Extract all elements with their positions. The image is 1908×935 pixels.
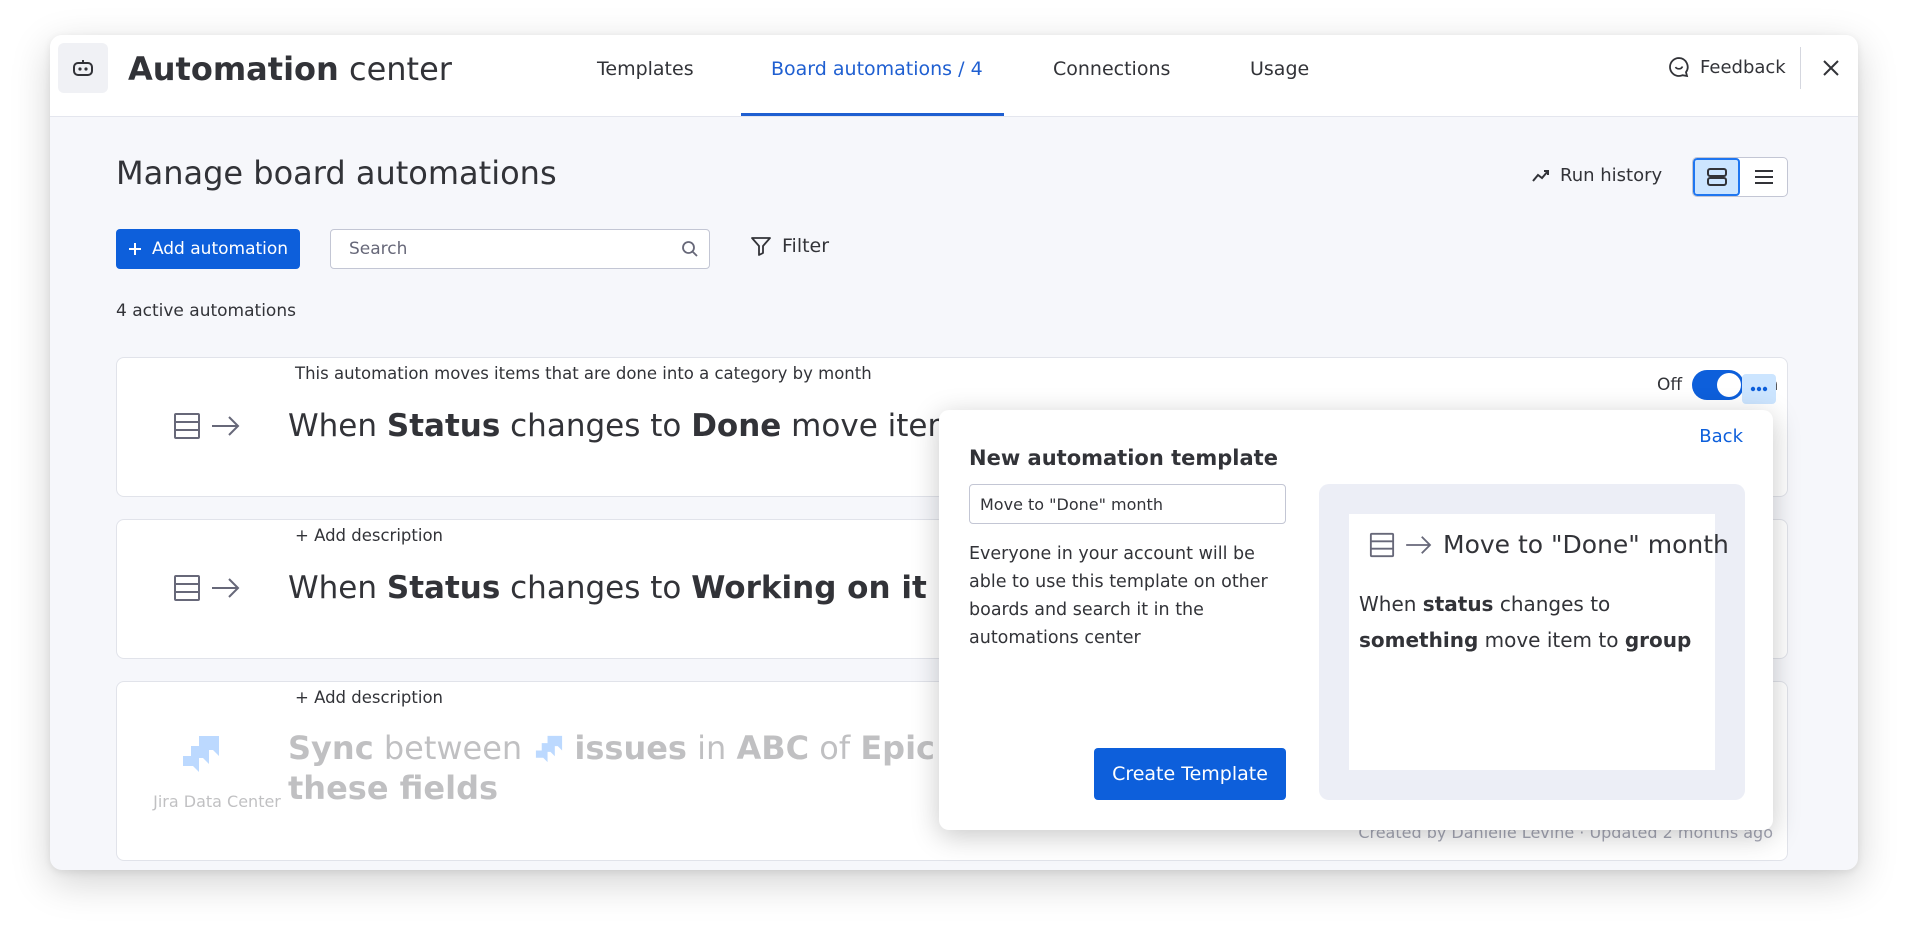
run-history-button[interactable]: Run history	[1532, 165, 1662, 186]
list-view-icon[interactable]	[1740, 158, 1787, 196]
feedback-button[interactable]: Feedback	[1668, 56, 1786, 78]
on-off-switch[interactable]	[1692, 370, 1745, 400]
automation-description[interactable]: This automation moves items that are don…	[295, 364, 872, 383]
automation-recipe: When Status changes to Working on it mov	[288, 568, 1004, 608]
template-name-input[interactable]	[969, 484, 1286, 524]
recipe-text: between	[373, 729, 533, 767]
search-input[interactable]	[349, 230, 669, 268]
jira-icon	[536, 735, 563, 763]
page-title: Manage board automations	[116, 154, 557, 192]
board-icon	[1369, 532, 1395, 557]
run-history-label: Run history	[1560, 165, 1663, 186]
recipe-token: Status	[386, 570, 501, 606]
template-info-text: Everyone in your account will be able to…	[969, 544, 1268, 648]
active-automations-count: 4 active automations	[116, 301, 296, 321]
tab-connections[interactable]: Connections	[1053, 55, 1170, 83]
app-title-bold: Automation	[128, 50, 339, 88]
recipe-token: Sync	[288, 729, 374, 767]
preview-recipe: When status changes to something move it…	[1359, 586, 1709, 658]
recipe-token: something	[1359, 628, 1479, 652]
recipe-token: group	[1624, 628, 1692, 652]
preview-title-text: Move to "Done" month	[1443, 530, 1729, 559]
recipe-token: Status	[386, 408, 501, 444]
recipe-text: When	[1359, 592, 1423, 616]
plus-icon	[128, 243, 141, 255]
integration-name: Jira Data Center	[153, 792, 281, 811]
header: Automation center Templates Board automa…	[50, 35, 1858, 117]
recipe-token: Working on it	[691, 570, 927, 606]
recipe-token: Done	[691, 408, 782, 444]
active-tab-indicator	[741, 113, 1004, 116]
search-icon	[682, 241, 698, 257]
close-icon[interactable]	[1818, 55, 1844, 81]
automation-center-window: Automation center Templates Board automa…	[50, 35, 1858, 870]
view-toggle	[1692, 157, 1788, 197]
recipe-token: status	[1422, 592, 1494, 616]
feedback-icon	[1669, 57, 1689, 78]
tab-usage[interactable]: Usage	[1250, 55, 1309, 83]
recipe-text: When	[288, 570, 387, 606]
recipe-text: When	[288, 408, 387, 444]
automation-recipe-line2: these fields	[288, 768, 498, 808]
toggle-off-label: Off	[1657, 375, 1683, 395]
add-automation-label: Add automation	[151, 239, 289, 259]
jira-icon	[179, 732, 223, 780]
new-template-popup: Back New automation template Everyone in…	[939, 410, 1773, 830]
feedback-label: Feedback	[1700, 56, 1786, 78]
filter-button[interactable]: Filter	[750, 235, 829, 257]
app-title: Automation center	[128, 49, 452, 89]
recipe-token: Epic	[860, 729, 936, 767]
board-move-icon	[173, 412, 241, 440]
add-description-link[interactable]: + Add description	[295, 688, 443, 707]
recipe-token: these fields	[288, 769, 499, 807]
popup-title: New automation template	[969, 446, 1278, 470]
card-view-icon[interactable]	[1693, 158, 1741, 196]
template-preview: Move to "Done" month When status changes…	[1319, 484, 1745, 800]
more-options-icon[interactable]	[1742, 374, 1776, 404]
recipe-text: changes to	[1493, 592, 1611, 616]
trend-icon	[1532, 169, 1549, 182]
add-description-link[interactable]: + Add description	[295, 526, 443, 545]
recipe-token: issues	[574, 729, 687, 767]
filter-icon	[751, 237, 771, 256]
recipe-text: changes to	[500, 408, 692, 444]
add-automation-button[interactable]: Add automation	[116, 229, 300, 269]
recipe-text: in	[686, 729, 737, 767]
create-template-button[interactable]: Create Template	[1094, 748, 1286, 800]
filter-label: Filter	[782, 235, 830, 257]
recipe-text: changes to	[500, 570, 692, 606]
recipe-token: ABC	[736, 729, 810, 767]
app-title-rest: center	[348, 50, 452, 88]
preview-card: Move to "Done" month When status changes…	[1349, 514, 1729, 770]
preview-title: Move to "Done" month	[1369, 530, 1729, 559]
board-move-icon	[173, 574, 241, 602]
back-button[interactable]: Back	[1699, 426, 1743, 447]
automation-recipe: Sync between issues in ABC of Epic and	[288, 728, 1005, 768]
robot-icon	[58, 43, 108, 93]
header-divider	[1800, 47, 1801, 89]
automation-recipe: When Status changes to Done move item to	[288, 406, 999, 446]
tab-templates[interactable]: Templates	[597, 55, 694, 83]
recipe-text: move item to	[1478, 628, 1625, 652]
search-field	[330, 229, 710, 269]
arrow-right-icon	[1406, 535, 1432, 554]
recipe-text: of	[809, 729, 861, 767]
tab-board-automations[interactable]: Board automations / 4	[771, 55, 983, 83]
